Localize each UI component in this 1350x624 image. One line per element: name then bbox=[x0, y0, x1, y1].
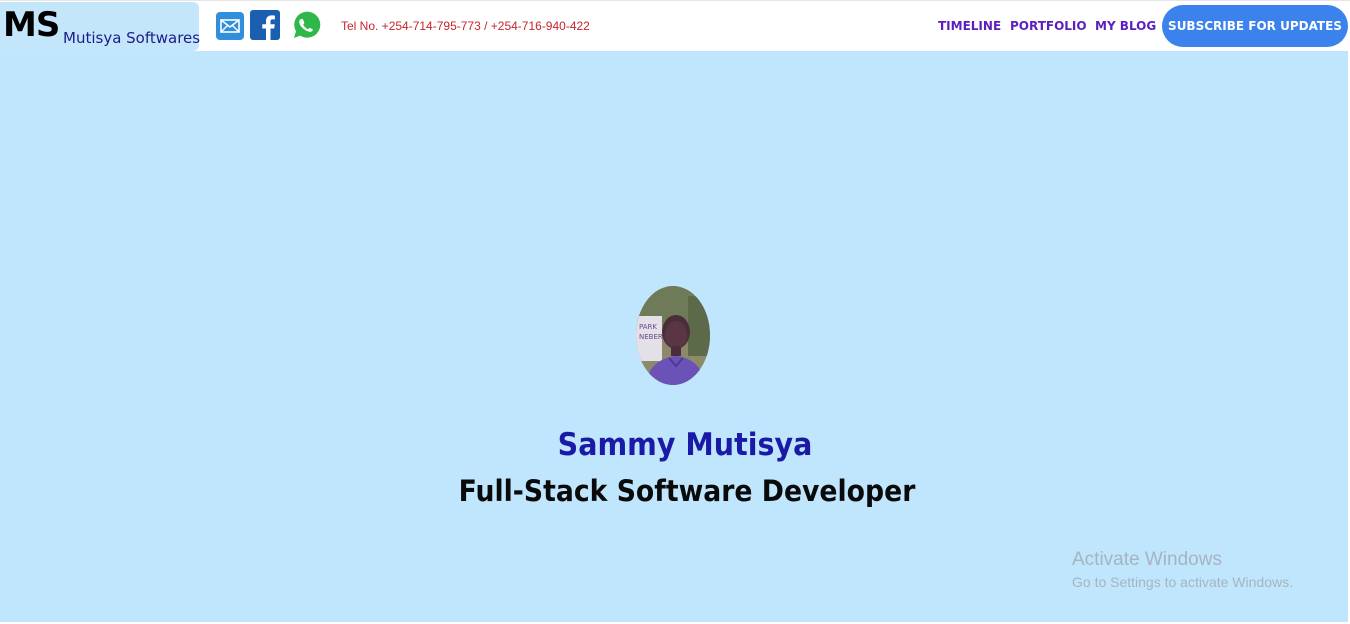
site-header: MS Mutisya Softwares Tel No. +254-714-79… bbox=[0, 0, 1350, 51]
person-role: Full-Stack Software Developer bbox=[458, 474, 916, 508]
nav-my-blog[interactable]: MY BLOG bbox=[1095, 18, 1156, 34]
phone-numbers: Tel No. +254-714-795-773 / +254-716-940-… bbox=[341, 19, 590, 33]
person-name: Sammy Mutisya bbox=[557, 427, 813, 463]
mail-icon[interactable] bbox=[216, 12, 244, 40]
site-logo[interactable]: MS Mutisya Softwares bbox=[0, 2, 201, 51]
nav-timeline[interactable]: TIMELINE bbox=[938, 18, 1001, 34]
facebook-icon[interactable] bbox=[250, 10, 280, 40]
watermark-title: Activate Windows bbox=[1072, 549, 1222, 570]
profile-photo: PARK NEBER bbox=[636, 286, 710, 385]
svg-text:NEBER: NEBER bbox=[639, 333, 663, 341]
subscribe-button[interactable]: SUBSCRIBE FOR UPDATES bbox=[1162, 5, 1348, 47]
watermark-subtitle: Go to Settings to activate Windows. bbox=[1072, 574, 1293, 590]
logo-initials: MS bbox=[3, 5, 60, 45]
nav-portfolio[interactable]: PORTFOLIO bbox=[1010, 18, 1087, 34]
activate-windows-watermark: Activate Windows Go to Settings to activ… bbox=[1072, 549, 1293, 592]
logo-name: Mutisya Softwares bbox=[63, 29, 201, 47]
whatsapp-icon[interactable] bbox=[289, 9, 322, 42]
hero-section: PARK NEBER Sammy Mutisya Full-Stack Soft… bbox=[0, 51, 1348, 622]
svg-text:PARK: PARK bbox=[639, 323, 657, 331]
